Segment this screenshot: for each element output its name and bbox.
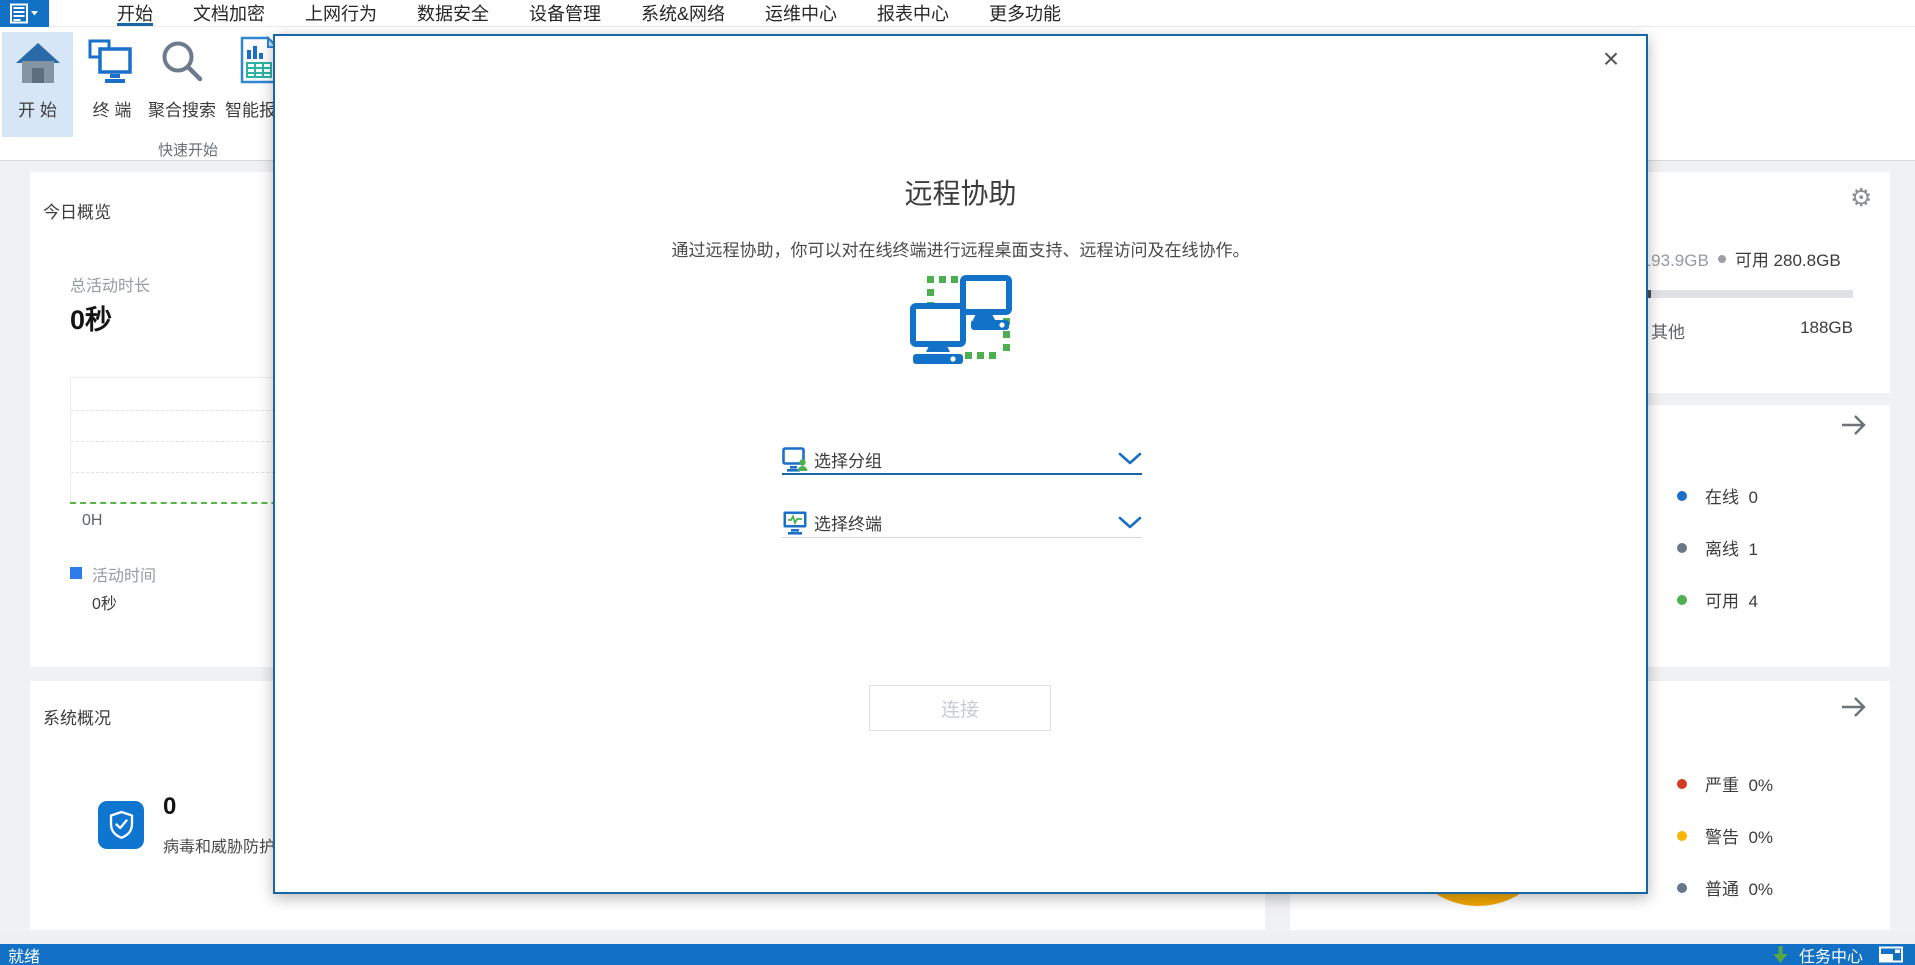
terminals-icon (88, 32, 136, 84)
toolbar-home-label: 开 始 (18, 96, 57, 121)
tab-web-behavior[interactable]: 上网行为 (305, 0, 377, 26)
arrow-right-icon (1840, 695, 1868, 719)
group-select-icon (782, 447, 814, 472)
app-window: 开始 文档加密 上网行为 数据安全 设备管理 系统&网络 运维中心 报表中心 更… (0, 0, 1915, 965)
available-value: 4 (1748, 592, 1757, 611)
toolbar-search-button[interactable]: 聚合搜索 (146, 32, 218, 137)
online-label: 在线 (1705, 488, 1739, 507)
chart-axis-label: 0H (82, 512, 102, 530)
warning-value: 0% (1748, 828, 1773, 847)
storage-other-value: 188GB (1653, 318, 1853, 338)
terminal-select[interactable]: 选择终端 (782, 508, 1142, 538)
close-icon[interactable]: × (1594, 42, 1628, 76)
chevron-down-icon (31, 11, 38, 16)
activity-legend-label: 活动时间 (92, 562, 156, 586)
terminals-online-row: 在线 0 (1677, 483, 1758, 508)
alerts-critical-row: 严重 0% (1677, 771, 1773, 796)
storage-free-text: 可用 280.8GB (1735, 246, 1841, 271)
dialog-title: 远程协助 (275, 172, 1646, 212)
shield-check-icon (108, 810, 135, 840)
chevron-down-icon (1118, 452, 1142, 466)
offline-dot (1677, 543, 1687, 553)
normal-dot (1677, 883, 1687, 893)
critical-value: 0% (1748, 776, 1773, 795)
app-menu-icon (9, 3, 41, 24)
terminal-select-icon (782, 510, 814, 535)
normal-value: 0% (1748, 880, 1773, 899)
terminals-detail-arrow[interactable] (1840, 413, 1868, 442)
system-overview-title: 系统概况 (43, 704, 111, 729)
activity-legend-value: 0秒 (92, 590, 117, 614)
task-center-button[interactable]: 任务中心 (1772, 943, 1915, 965)
toolbar-home-button[interactable]: 开 始 (2, 32, 73, 137)
warning-dot (1677, 831, 1687, 841)
threat-label: 病毒和威胁防护 (163, 833, 275, 857)
critical-label: 严重 (1705, 776, 1739, 795)
remote-assist-dialog: × 远程协助 通过远程协助，你可以对在线终端进行远程桌面支持、远程访问及在线协作… (273, 34, 1648, 894)
antivirus-tile[interactable] (98, 801, 144, 849)
home-icon (15, 32, 61, 84)
offline-label: 离线 (1705, 540, 1739, 559)
task-center-label: 任务中心 (1799, 943, 1863, 965)
warning-label: 警告 (1705, 828, 1739, 847)
toolbar-terminals-label: 终 端 (93, 96, 132, 121)
total-activity-value: 0秒 (70, 298, 112, 337)
bullet-icon (1718, 255, 1726, 263)
offline-value: 1 (1748, 540, 1757, 559)
tab-more-features[interactable]: 更多功能 (989, 0, 1061, 26)
toolbar-search-label: 聚合搜索 (148, 96, 216, 121)
search-icon (159, 32, 205, 84)
tab-system-network[interactable]: 系统&网络 (641, 0, 725, 26)
menu-bar: 开始 文档加密 上网行为 数据安全 设备管理 系统&网络 运维中心 报表中心 更… (0, 0, 1915, 27)
menu-tabs: 开始 文档加密 上网行为 数据安全 设备管理 系统&网络 运维中心 报表中心 更… (49, 0, 1061, 26)
alerts-warning-row: 警告 0% (1677, 823, 1773, 848)
threat-count: 0 (163, 793, 176, 821)
toolbar-terminals-button[interactable]: 终 端 (84, 32, 140, 137)
terminals-offline-row: 离线 1 (1677, 535, 1758, 560)
tab-device-management[interactable]: 设备管理 (529, 0, 601, 26)
normal-label: 普通 (1705, 880, 1739, 899)
tab-report-center[interactable]: 报表中心 (877, 0, 949, 26)
total-activity-label: 总活动时长 (70, 272, 150, 296)
tab-start[interactable]: 开始 (117, 0, 153, 26)
tab-doc-encryption[interactable]: 文档加密 (193, 0, 265, 26)
remote-assist-graphic (907, 272, 1015, 371)
terminals-available-row: 可用 4 (1677, 587, 1758, 612)
gear-icon[interactable]: ⚙ (1850, 186, 1872, 211)
arrow-right-icon (1840, 413, 1868, 437)
group-select-placeholder: 选择分组 (814, 447, 1118, 472)
available-label: 可用 (1705, 592, 1739, 611)
terminal-select-placeholder: 选择终端 (814, 510, 1118, 535)
ribbon-group-label: 快速开始 (118, 139, 258, 160)
task-window-icon (1879, 946, 1903, 963)
alerts-detail-arrow[interactable] (1840, 695, 1868, 724)
tab-data-security[interactable]: 数据安全 (417, 0, 489, 26)
tab-ops-center[interactable]: 运维中心 (765, 0, 837, 26)
status-bar: 就绪 任务中心 (0, 944, 1915, 965)
status-ready-text: 就绪 (0, 943, 40, 965)
critical-dot (1677, 779, 1687, 789)
storage-summary: 用 193.9GB 可用 280.8GB (1620, 246, 1841, 271)
dialog-description: 通过远程协助，你可以对在线终端进行远程桌面支持、远程访问及在线协作。 (275, 236, 1646, 261)
online-dot (1677, 491, 1687, 501)
available-dot (1677, 595, 1687, 605)
connect-button[interactable]: 连接 (869, 685, 1051, 731)
activity-legend-marker (70, 567, 82, 579)
download-arrow-icon (1772, 945, 1789, 964)
chevron-down-icon (1118, 516, 1142, 530)
remote-computers-icon (907, 272, 1015, 366)
online-value: 0 (1748, 488, 1757, 507)
today-overview-title: 今日概览 (43, 198, 111, 223)
alerts-normal-row: 普通 0% (1677, 875, 1773, 900)
app-menu-button[interactable] (0, 0, 49, 27)
group-select[interactable]: 选择分组 (782, 445, 1142, 475)
status-strip (0, 932, 1915, 944)
